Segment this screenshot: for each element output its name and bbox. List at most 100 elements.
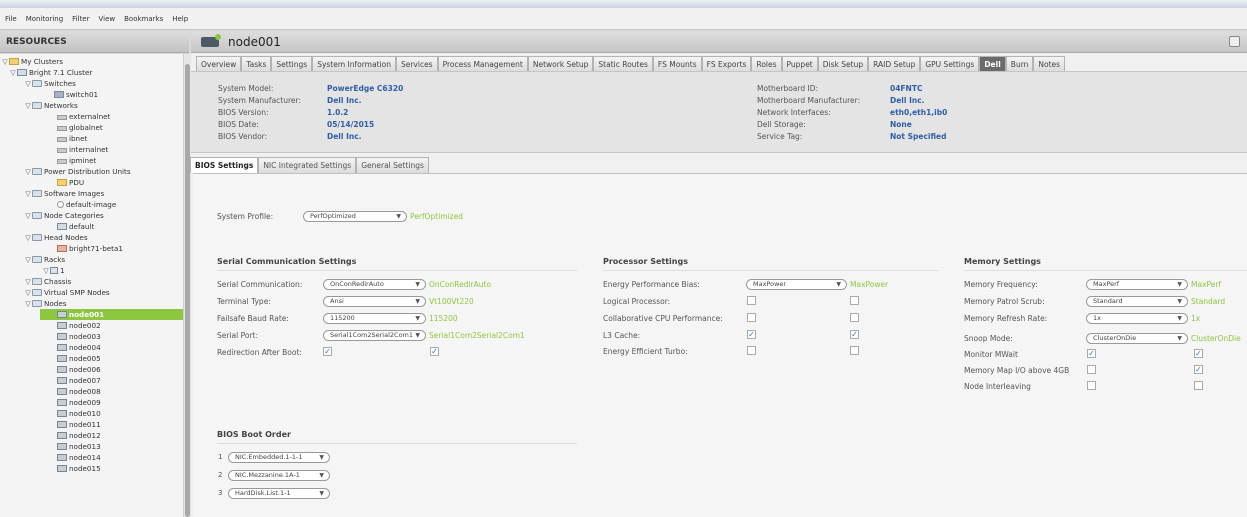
serial-port-select[interactable]: Serial1Com2Serial2Com1 ▼ xyxy=(323,330,426,341)
tree-item-pdu[interactable]: PDU xyxy=(57,177,84,188)
tab-services[interactable]: Services xyxy=(395,56,438,71)
tree-item-chassis[interactable]: ▽ Chassis xyxy=(24,276,71,287)
tab-notes[interactable]: Notes xyxy=(1033,56,1066,71)
tab-disk-setup[interactable]: Disk Setup xyxy=(817,56,869,71)
tree-item-node[interactable]: node014 xyxy=(57,452,101,463)
tab-dell[interactable]: Dell xyxy=(979,56,1006,71)
terminal-type-select[interactable]: Ansi ▼ xyxy=(323,296,426,307)
node-interleaving-checkbox[interactable] xyxy=(1087,381,1096,390)
tab-fs-exports[interactable]: FS Exports xyxy=(701,56,752,71)
expand-icon[interactable]: ▽ xyxy=(1,57,9,68)
tab-settings[interactable]: Settings xyxy=(271,56,313,71)
boot-order-select-3[interactable]: HardDisk.List.1-1 ▼ xyxy=(228,488,330,499)
boot-order-select-1[interactable]: NIC.Embedded.1-1-1 ▼ xyxy=(228,452,330,463)
tree-item-node001[interactable]: node001 xyxy=(40,309,183,320)
expand-icon[interactable]: ▽ xyxy=(24,189,32,200)
maximize-icon[interactable] xyxy=(1229,36,1240,47)
memory-frequency-select[interactable]: MaxPerf ▼ xyxy=(1086,279,1188,290)
tree-scrollbar[interactable] xyxy=(183,54,191,517)
memory-map-io-checkbox[interactable] xyxy=(1087,365,1096,374)
tree-item-head-nodes[interactable]: ▽ Head Nodes xyxy=(24,232,87,244)
tree-item-switches[interactable]: ▽ Switches xyxy=(24,78,76,89)
energy-efficient-turbo-checkbox[interactable] xyxy=(747,346,756,355)
monitor-mwait-checkbox[interactable]: ✓ xyxy=(1087,349,1096,358)
tree-item-node[interactable]: node012 xyxy=(57,430,101,441)
tree-item-software-images[interactable]: ▽ Software Images xyxy=(24,188,104,199)
tab-tasks[interactable]: Tasks xyxy=(241,56,272,71)
tree-item-ibnet[interactable]: ibnet xyxy=(57,133,87,144)
tab-puppet[interactable]: Puppet xyxy=(781,56,818,71)
tree-item-default-image[interactable]: default-image xyxy=(57,199,116,210)
menu-file[interactable]: File xyxy=(5,15,17,23)
tree-item-nodes[interactable]: ▽ Nodes xyxy=(24,298,66,310)
system-profile-select[interactable]: PerfOptimized ▼ xyxy=(303,211,407,222)
tree-item-node[interactable]: node004 xyxy=(57,342,101,353)
l3-cache-checkbox[interactable]: ✓ xyxy=(747,330,756,339)
tree-item-rack-1[interactable]: ▽ 1 xyxy=(42,265,64,276)
redirection-after-boot-checkbox[interactable]: ✓ xyxy=(323,347,332,356)
tree-item-default-category[interactable]: default xyxy=(57,221,94,232)
tab-static-routes[interactable]: Static Routes xyxy=(593,56,653,71)
tree-item-ipminet[interactable]: ipminet xyxy=(57,155,96,166)
failsafe-baud-rate-select[interactable]: 115200 ▼ xyxy=(323,313,426,324)
tree-item-cluster[interactable]: ▽ Bright 7.1 Cluster xyxy=(9,67,92,78)
tab-burn[interactable]: Burn xyxy=(1005,56,1034,71)
tree-item-internalnet[interactable]: internalnet xyxy=(57,144,108,155)
snoop-mode-select[interactable]: ClusterOnDie ▼ xyxy=(1086,333,1188,344)
tab-general-settings[interactable]: General Settings xyxy=(356,157,429,173)
folder-icon xyxy=(32,102,42,109)
tree-scrollbar-thumb[interactable] xyxy=(185,64,190,517)
expand-icon[interactable]: ▽ xyxy=(24,101,32,112)
logical-processor-checkbox[interactable] xyxy=(747,296,756,305)
menu-monitoring[interactable]: Monitoring xyxy=(26,15,63,23)
tab-nic-integrated-settings[interactable]: NIC Integrated Settings xyxy=(258,157,357,173)
tree-item-networks[interactable]: ▽ Networks xyxy=(24,100,77,112)
serial-communication-select[interactable]: OnConRedirAuto ▼ xyxy=(323,279,426,290)
tree-item-virtual-smp-nodes[interactable]: ▽ Virtual SMP Nodes xyxy=(24,287,109,298)
expand-icon[interactable]: ▽ xyxy=(24,299,32,310)
tree-item-switch01[interactable]: switch01 xyxy=(54,89,98,100)
tab-fs-mounts[interactable]: FS Mounts xyxy=(652,56,702,71)
tab-network-setup[interactable]: Network Setup xyxy=(527,56,594,71)
memory-patrol-scrub-select[interactable]: Standard ▼ xyxy=(1086,296,1188,307)
tree-item-pdus[interactable]: ▽ Power Distribution Units xyxy=(24,166,130,178)
tab-bios-settings[interactable]: BIOS Settings xyxy=(190,157,259,173)
tab-system-information[interactable]: System Information xyxy=(312,56,396,71)
energy-performance-bias-select[interactable]: MaxPower ▼ xyxy=(746,279,847,290)
menu-bookmarks[interactable]: Bookmarks xyxy=(124,15,163,23)
expand-icon[interactable]: ▽ xyxy=(24,233,32,244)
collaborative-cpu-checkbox[interactable] xyxy=(747,313,756,322)
tree-item-node-categories[interactable]: ▽ Node Categories xyxy=(24,210,104,221)
expand-icon[interactable]: ▽ xyxy=(24,79,32,90)
tree-item-node[interactable]: node010 xyxy=(57,408,101,419)
tree-item-racks[interactable]: ▽ Racks xyxy=(24,254,65,265)
tree-item-my-clusters[interactable]: ▽ My Clusters xyxy=(1,56,63,67)
expand-icon[interactable]: ▽ xyxy=(9,68,17,79)
tree-item-node[interactable]: node009 xyxy=(57,397,101,408)
boot-order-select-2[interactable]: NIC.Mezzanine.1A-1 ▼ xyxy=(228,470,330,481)
tab-roles[interactable]: Roles xyxy=(751,56,782,71)
tree-item-node[interactable]: node005 xyxy=(57,353,101,364)
tree-item-globalnet[interactable]: globalnet xyxy=(57,122,103,133)
tree-item-node[interactable]: node015 xyxy=(57,463,101,474)
tab-raid-setup[interactable]: RAID Setup xyxy=(868,56,921,71)
tree-item-node[interactable]: node013 xyxy=(57,441,101,452)
tree-item-node[interactable]: node007 xyxy=(57,375,101,386)
expand-icon[interactable]: ▽ xyxy=(24,255,32,266)
tree-item-externalnet[interactable]: externalnet xyxy=(57,111,110,122)
tree-item-node[interactable]: node006 xyxy=(57,364,101,375)
tree-item-node[interactable]: node011 xyxy=(57,419,101,430)
menu-view[interactable]: View xyxy=(99,15,116,23)
menu-help[interactable]: Help xyxy=(172,15,188,23)
tree-item-node[interactable]: node002 xyxy=(57,320,101,331)
tab-process-management[interactable]: Process Management xyxy=(437,56,528,71)
tree-item-head-node[interactable]: bright71-beta1 xyxy=(57,243,123,254)
expand-icon[interactable]: ▽ xyxy=(24,167,32,178)
expand-icon[interactable]: ▽ xyxy=(24,211,32,222)
tree-item-node[interactable]: node008 xyxy=(57,386,101,397)
tab-gpu-settings[interactable]: GPU Settings xyxy=(920,56,980,71)
tree-item-node[interactable]: node003 xyxy=(57,331,101,342)
menu-filter[interactable]: Filter xyxy=(72,15,89,23)
tab-overview[interactable]: Overview xyxy=(196,56,242,71)
memory-refresh-rate-select[interactable]: 1x ▼ xyxy=(1086,313,1188,324)
